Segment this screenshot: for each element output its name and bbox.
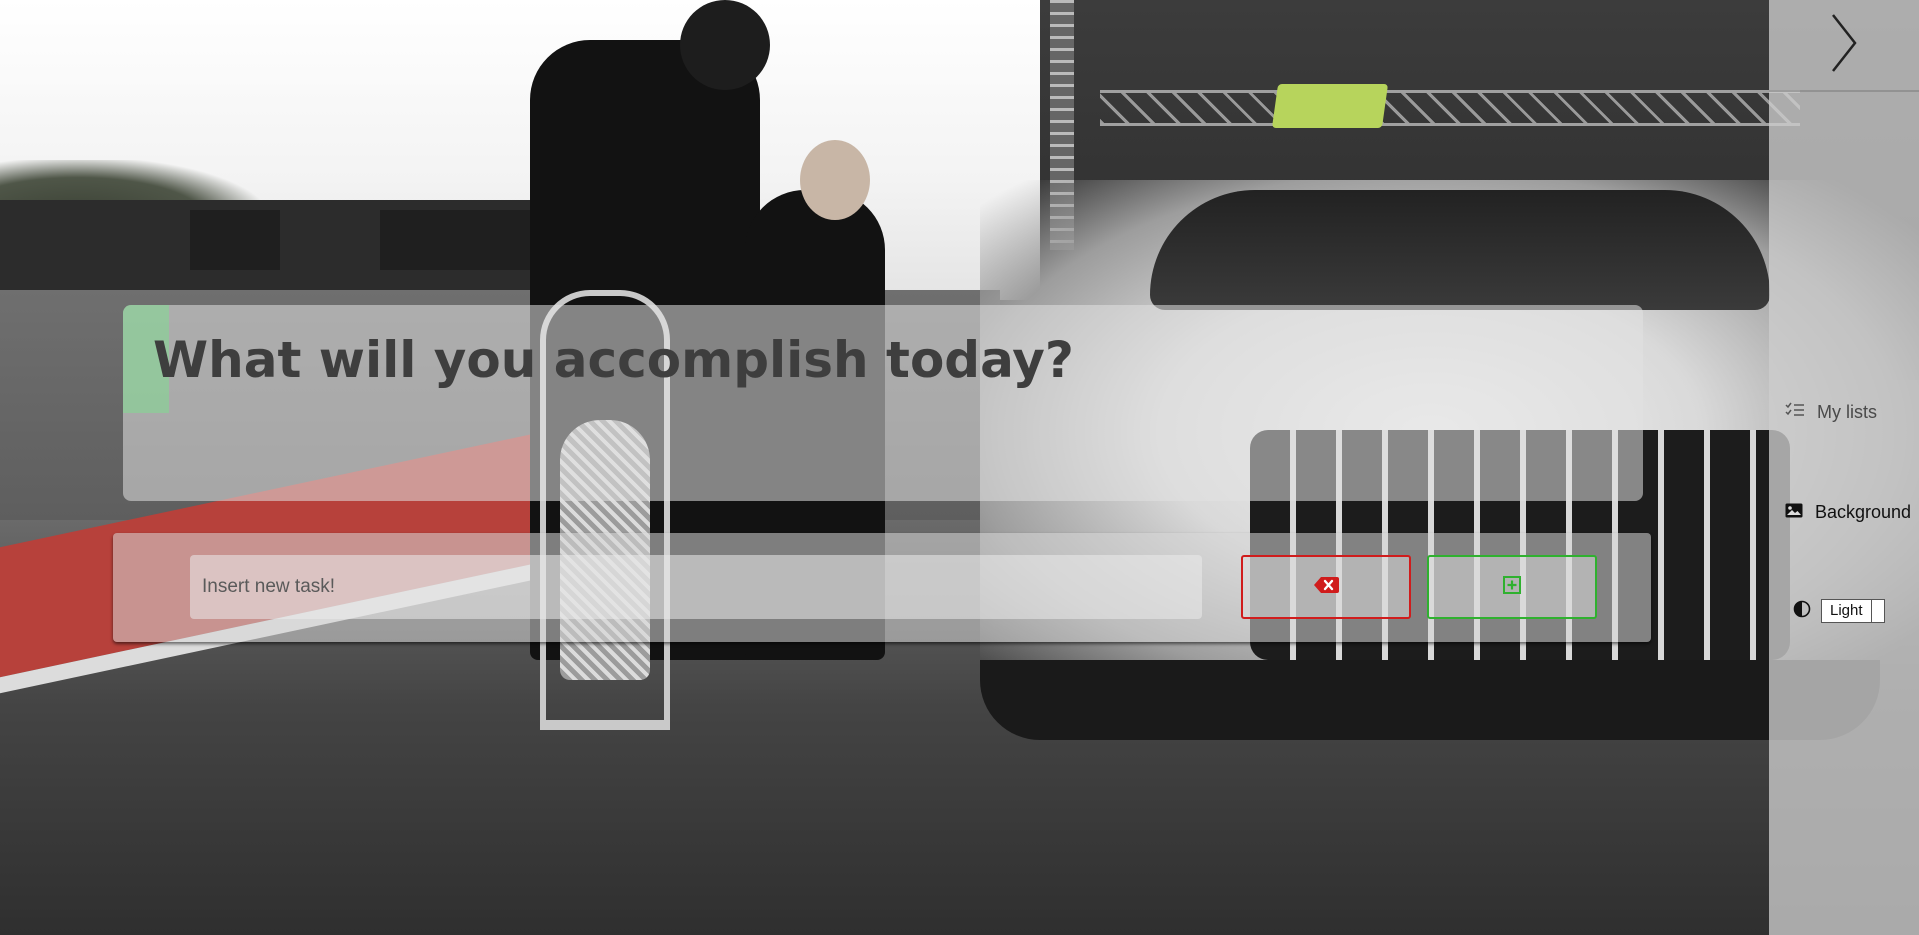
plus-square-icon	[1503, 575, 1521, 599]
greeting-title: What will you accomplish today?	[153, 331, 1074, 389]
sidebar: My lists Background Light	[1769, 0, 1919, 935]
sidebar-item-background[interactable]: Background	[1785, 502, 1911, 523]
my-lists-label: My lists	[1817, 402, 1877, 422]
background-label: Background	[1815, 502, 1912, 522]
image-icon	[1785, 502, 1803, 523]
greeting-card: What will you accomplish today?	[123, 305, 1643, 501]
truss	[1100, 90, 1800, 126]
sponsor-sign	[1271, 84, 1389, 128]
chevron-right-icon	[1830, 13, 1858, 78]
dropdown-arrow-icon	[1870, 600, 1884, 622]
backspace-x-icon	[1313, 576, 1339, 599]
pit-building	[0, 200, 600, 290]
contrast-icon	[1793, 600, 1811, 623]
task-entry-bar	[113, 533, 1651, 642]
car-windshield	[1150, 190, 1770, 310]
theme-select[interactable]: Light	[1821, 599, 1885, 623]
clear-button[interactable]	[1241, 555, 1411, 619]
sidebar-toggle-button[interactable]	[1769, 0, 1919, 92]
sidebar-item-my-lists[interactable]: My lists	[1785, 402, 1877, 423]
checklist-icon	[1785, 402, 1805, 423]
mechanic-head-2	[800, 140, 870, 220]
task-input[interactable]	[190, 555, 1202, 619]
theme-selected-value: Light	[1830, 602, 1863, 619]
theme-row: Light	[1793, 599, 1885, 623]
mechanic-head	[680, 0, 770, 90]
car-bumper	[980, 660, 1880, 740]
add-task-button[interactable]	[1427, 555, 1597, 619]
